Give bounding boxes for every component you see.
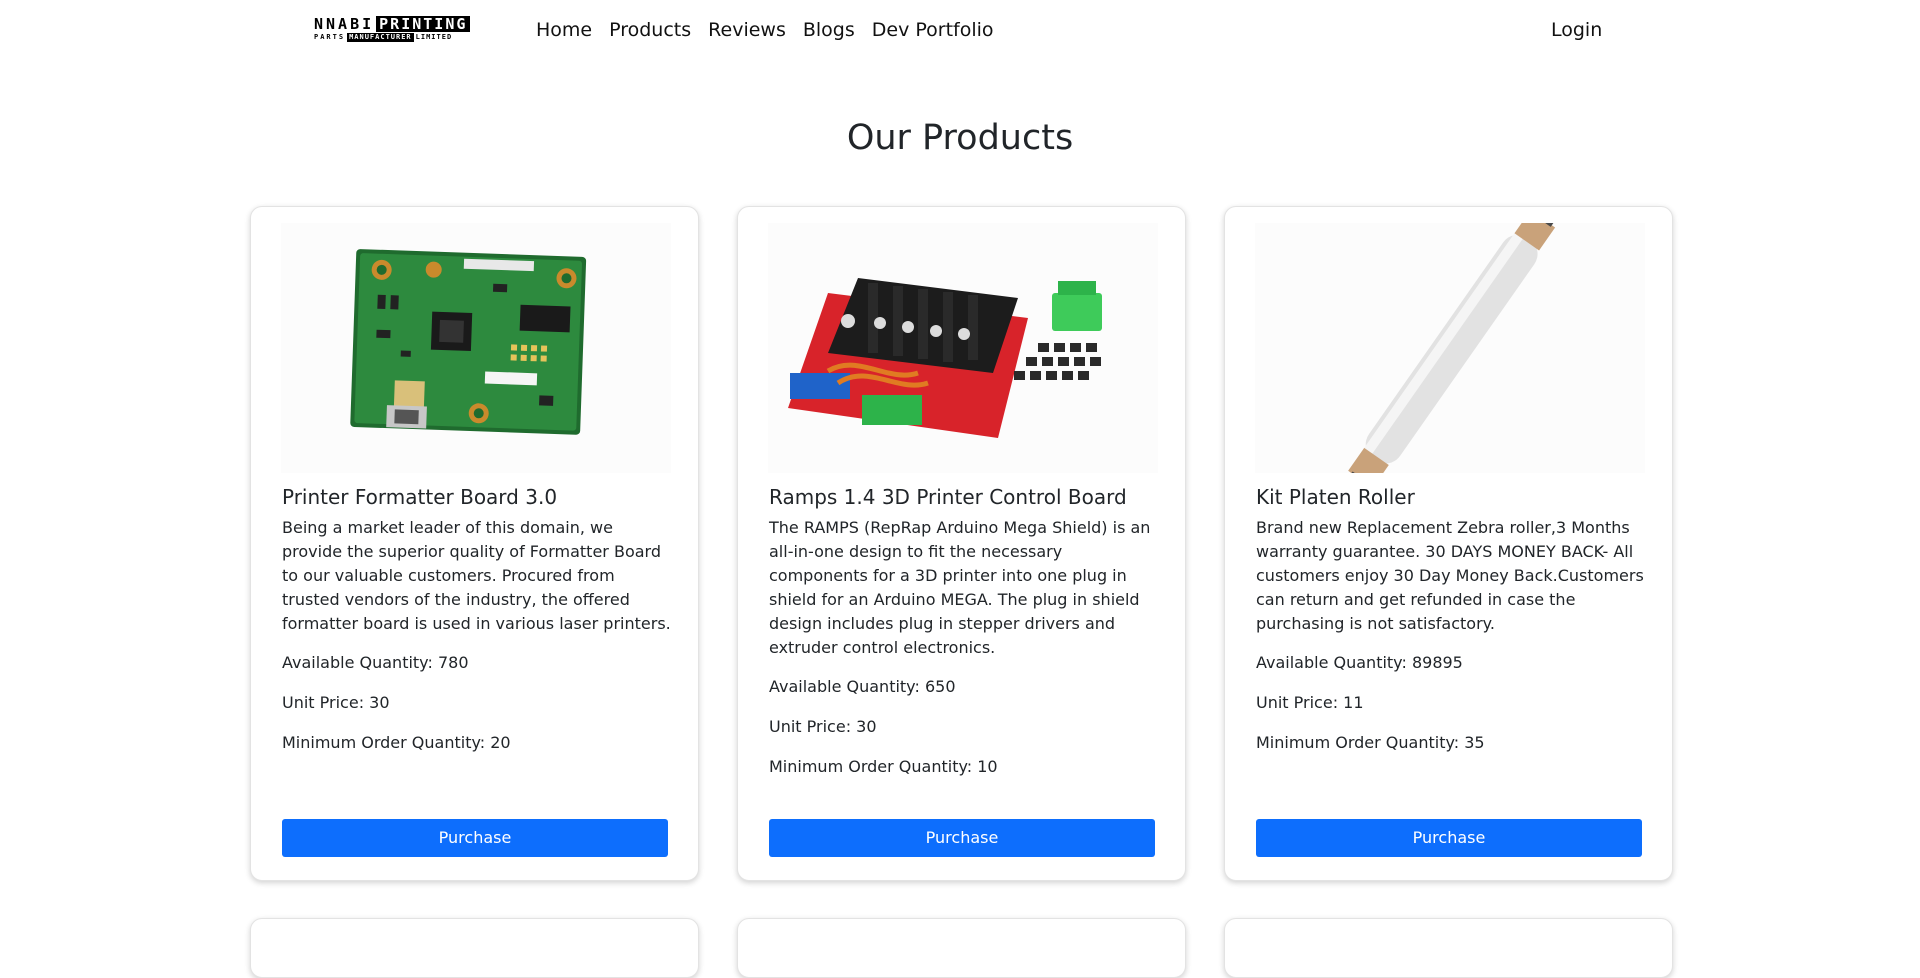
- available-quantity: Available Quantity: 89895: [1256, 653, 1463, 672]
- product-card: Printer Formatter Board 3.0 Being a mark…: [250, 206, 699, 881]
- product-card: [737, 918, 1186, 978]
- logo-top-row: NNABI PRINTING: [314, 16, 512, 32]
- available-quantity: Available Quantity: 650: [769, 677, 956, 696]
- product-image-ramps-board: [768, 223, 1158, 473]
- logo-bottom-row: PARTS MANUFACTURER LIMITED: [314, 33, 512, 42]
- login-link[interactable]: Login: [1551, 17, 1602, 43]
- nav-link-products[interactable]: Products: [609, 17, 691, 43]
- product-image-formatter-board: [281, 223, 671, 473]
- nav-link-dev-portfolio[interactable]: Dev Portfolio: [872, 17, 994, 43]
- product-card: [250, 918, 699, 978]
- product-description: The RAMPS (RepRap Arduino Mega Shield) i…: [769, 518, 1151, 657]
- navbar: NNABI PRINTING PARTS MANUFACTURER LIMITE…: [0, 0, 1920, 60]
- unit-price: Unit Price: 30: [282, 693, 390, 712]
- nav-link-reviews[interactable]: Reviews: [708, 17, 786, 43]
- logo-word-2: PRINTING: [376, 16, 471, 32]
- minimum-order-quantity: Minimum Order Quantity: 10: [769, 757, 998, 776]
- nav-links: Home Products Reviews Blogs Dev Portfoli…: [536, 17, 1011, 43]
- product-card: Ramps 1.4 3D Printer Control Board The R…: [737, 206, 1186, 881]
- available-quantity: Available Quantity: 780: [282, 653, 469, 672]
- logo-manufacturer: MANUFACTURER: [347, 33, 414, 42]
- product-title: Printer Formatter Board 3.0: [282, 485, 558, 509]
- purchase-button[interactable]: Purchase: [769, 819, 1155, 857]
- product-card: [1224, 918, 1673, 978]
- page-title: Our Products: [846, 118, 1074, 158]
- brand-logo[interactable]: NNABI PRINTING PARTS MANUFACTURER LIMITE…: [314, 16, 512, 42]
- minimum-order-quantity: Minimum Order Quantity: 35: [1256, 733, 1485, 752]
- logo-limited: LIMITED: [415, 33, 453, 41]
- product-title: Ramps 1.4 3D Printer Control Board: [769, 485, 1127, 509]
- purchase-button[interactable]: Purchase: [1256, 819, 1642, 857]
- product-description: Brand new Replacement Zebra roller,3 Mon…: [1256, 518, 1644, 633]
- nav-link-blogs[interactable]: Blogs: [803, 17, 855, 43]
- logo-word-1: NNABI: [314, 15, 375, 33]
- minimum-order-quantity: Minimum Order Quantity: 20: [282, 733, 511, 752]
- purchase-button[interactable]: Purchase: [282, 819, 668, 857]
- logo-parts: PARTS: [314, 33, 346, 41]
- product-description: Being a market leader of this domain, we…: [282, 518, 671, 633]
- product-card: Kit Platen Roller Brand new Replacement …: [1224, 202, 1673, 881]
- unit-price: Unit Price: 11: [1256, 693, 1364, 712]
- unit-price: Unit Price: 30: [769, 717, 877, 736]
- nav-link-home[interactable]: Home: [536, 17, 592, 43]
- product-image-platen-roller: [1255, 202, 1645, 496]
- product-title: Kit Platen Roller: [1256, 485, 1415, 509]
